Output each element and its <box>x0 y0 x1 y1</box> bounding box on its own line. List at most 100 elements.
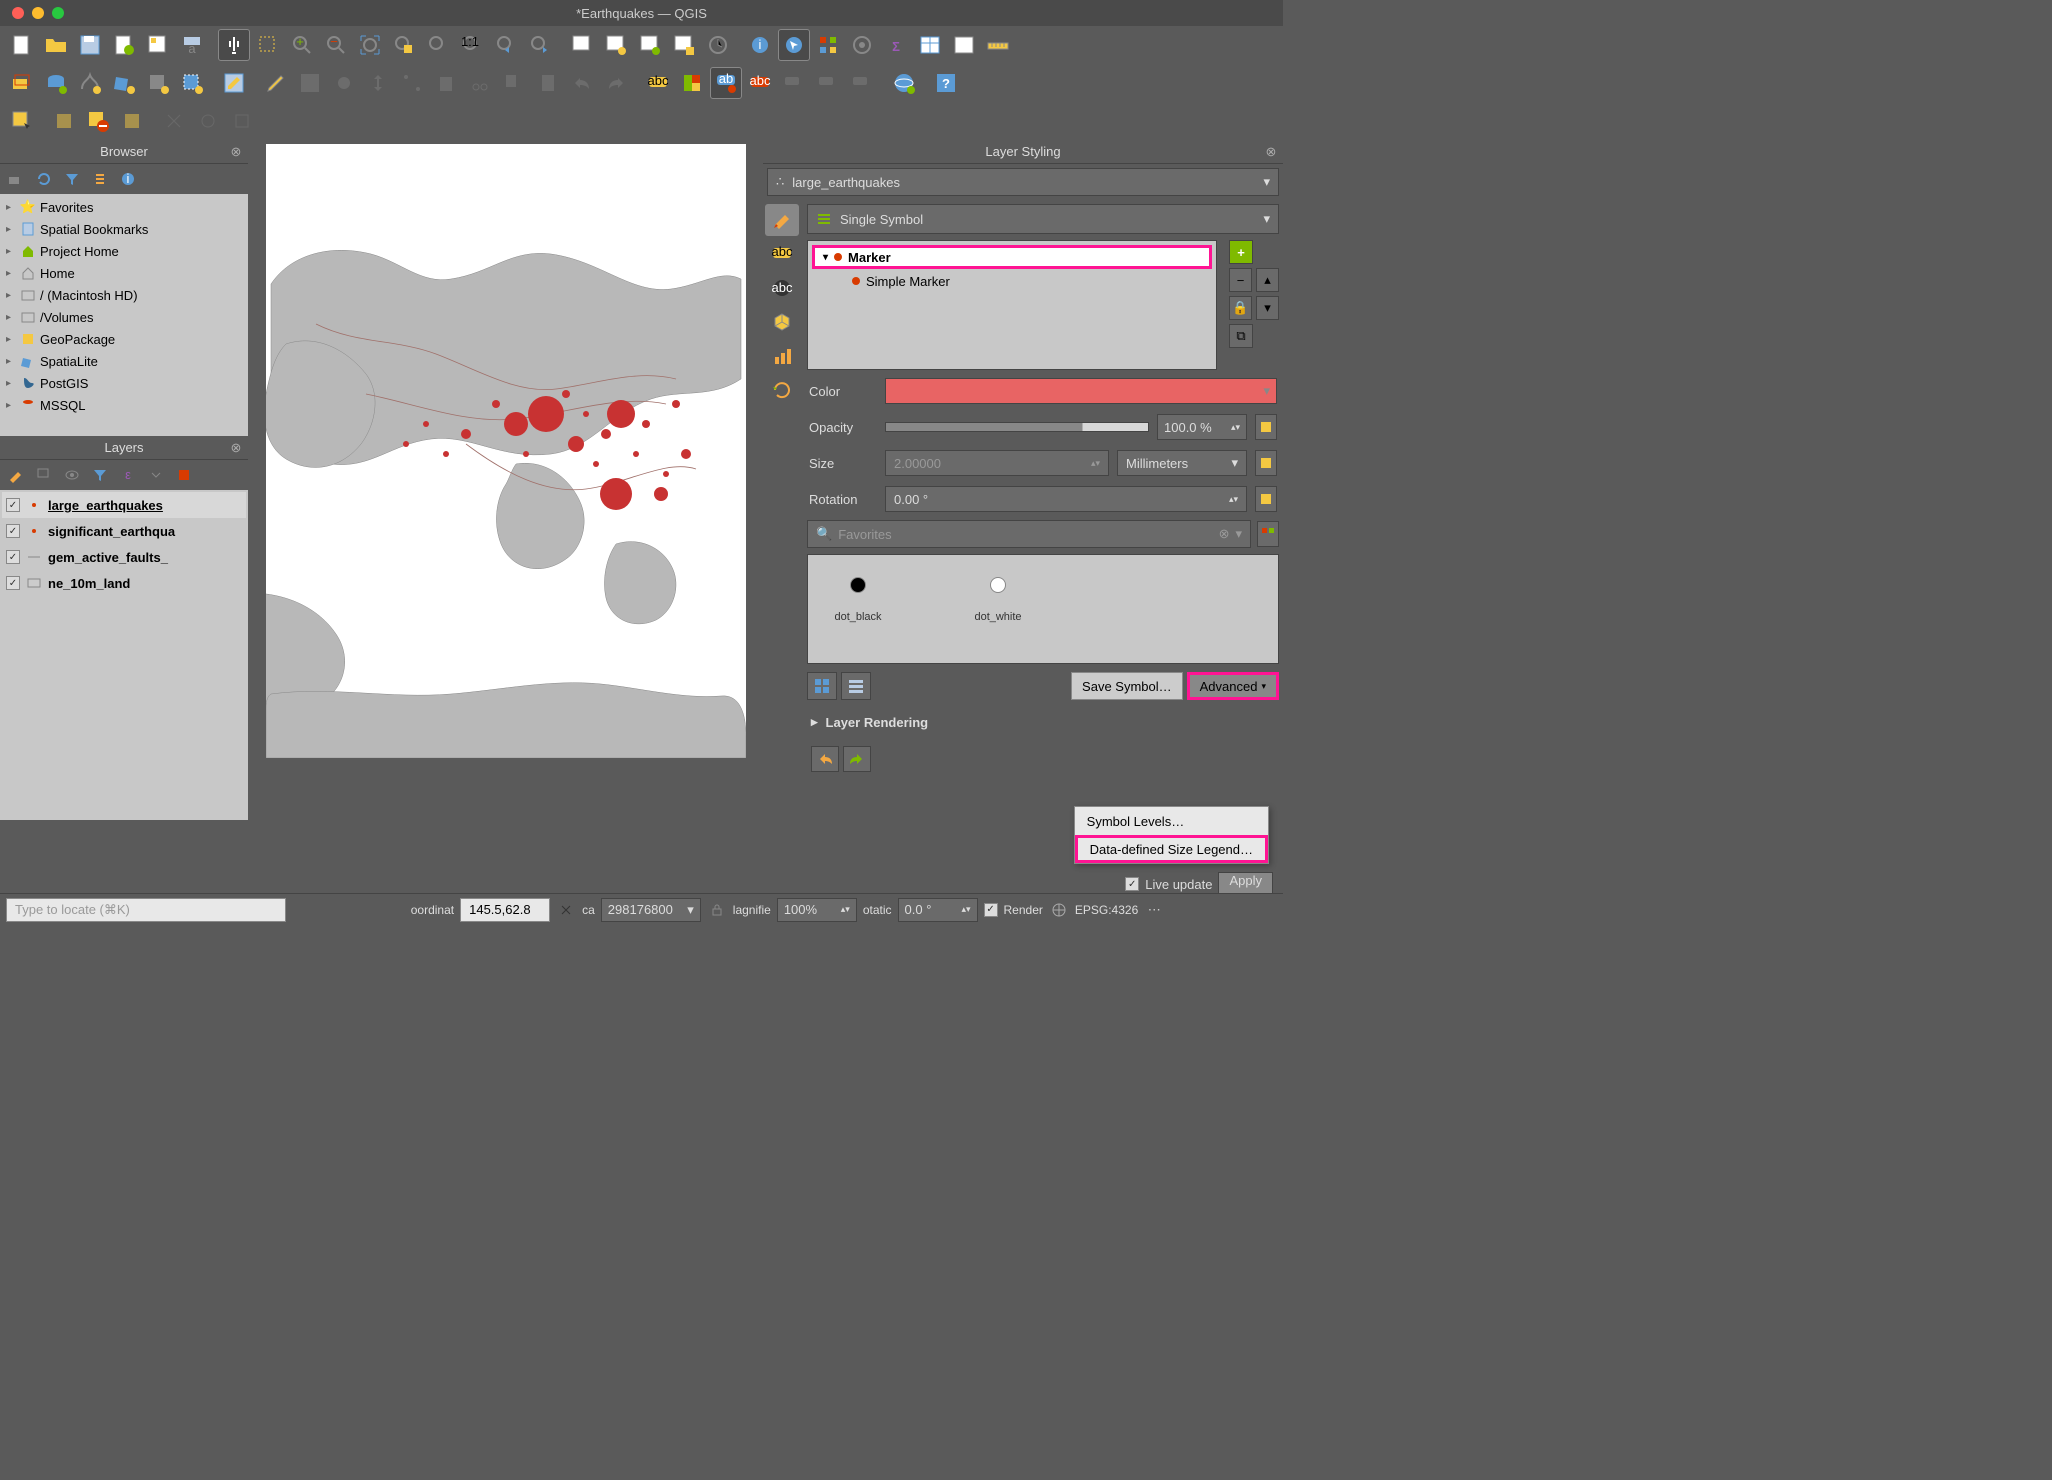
copy-button[interactable] <box>498 67 530 99</box>
layer-selector[interactable]: ∴ large_earthquakes ▾ <box>767 168 1279 196</box>
visibility-icon[interactable] <box>62 465 82 485</box>
expression-icon[interactable]: ε <box>118 465 138 485</box>
tree-item-spatialite[interactable]: ▸SpatiaLite <box>2 350 246 372</box>
minimize-window-button[interactable] <box>32 7 44 19</box>
lock-button[interactable]: 🔒 <box>1229 296 1252 320</box>
3d-tab[interactable] <box>765 306 799 338</box>
styling-panel-icon[interactable] <box>6 465 26 485</box>
zoom-selection-button[interactable] <box>388 29 420 61</box>
zoom-full-button[interactable] <box>354 29 386 61</box>
select-by-value-button[interactable] <box>116 105 148 137</box>
tree-item-postgis[interactable]: ▸PostGIS <box>2 372 246 394</box>
symbol-levels-item[interactable]: Symbol Levels… <box>1075 807 1268 835</box>
new-bookmark-button[interactable] <box>600 29 632 61</box>
tree-item-geopackage[interactable]: ▸GeoPackage <box>2 328 246 350</box>
label-tool-4[interactable]: abc <box>744 67 776 99</box>
masks-tab[interactable]: abc <box>765 272 799 304</box>
remove-symbol-button[interactable]: − <box>1229 268 1252 292</box>
layer-checkbox[interactable]: ✓ <box>6 524 20 538</box>
zoom-last-button[interactable] <box>490 29 522 61</box>
add-layer-icon[interactable] <box>6 169 26 189</box>
layer-item-land[interactable]: ✓ ne_10m_land <box>2 570 246 596</box>
properties-icon[interactable]: i <box>118 169 138 189</box>
duplicate-button[interactable]: ⧉ <box>1229 324 1253 348</box>
favorite-dot-black[interactable]: dot_black <box>818 565 898 653</box>
action-button[interactable] <box>778 29 810 61</box>
add-group-icon[interactable] <box>34 465 54 485</box>
favorite-dot-white[interactable]: dot_white <box>958 565 1038 653</box>
help-button[interactable]: ? <box>930 67 962 99</box>
advanced-button[interactable]: Advanced ▾ <box>1187 672 1279 700</box>
add-feature-button[interactable] <box>328 67 360 99</box>
delete-button[interactable] <box>430 67 462 99</box>
layer-filter-icon[interactable] <box>90 465 110 485</box>
zoom-layer-button[interactable] <box>422 29 454 61</box>
size-input[interactable]: 2.00000▴▾ <box>885 450 1109 476</box>
opacity-value[interactable]: 100.0 %▴▾ <box>1157 414 1247 440</box>
size-data-defined-button[interactable] <box>1255 450 1277 476</box>
refresh-icon[interactable] <box>34 169 54 189</box>
crs-button[interactable]: EPSG:4326 <box>1075 903 1138 917</box>
redo-button[interactable] <box>600 67 632 99</box>
new-virtual-button[interactable] <box>142 67 174 99</box>
map-canvas[interactable] <box>266 144 746 758</box>
filter-icon[interactable] <box>62 169 82 189</box>
opacity-data-defined-button[interactable] <box>1255 414 1277 440</box>
data-defined-legend-item[interactable]: Data-defined Size Legend… <box>1075 835 1268 863</box>
attribute-table-button[interactable] <box>914 29 946 61</box>
symbol-tree[interactable]: ▾ Marker Simple Marker <box>807 240 1217 370</box>
zoom-next-button[interactable] <box>524 29 556 61</box>
label-tool-5[interactable] <box>778 67 810 99</box>
new-geopackage-button[interactable] <box>40 67 72 99</box>
coord-toggle-icon[interactable] <box>556 900 576 920</box>
globe-button[interactable] <box>888 67 920 99</box>
layers-list[interactable]: ✓ large_earthquakes ✓ significant_earthq… <box>0 490 248 820</box>
browser-close-icon[interactable]: ⊗ <box>228 144 244 160</box>
new-layout-button[interactable] <box>108 29 140 61</box>
layer-checkbox[interactable]: ✓ <box>6 498 20 512</box>
tree-item-home[interactable]: ▸Home <box>2 262 246 284</box>
favorites-search[interactable]: 🔍 Favorites ⊗ ▾ <box>807 520 1251 548</box>
save-project-button[interactable] <box>74 29 106 61</box>
plugin-button-2[interactable] <box>846 29 878 61</box>
zoom-in-button[interactable]: + <box>286 29 318 61</box>
marker-item[interactable]: ▾ Marker <box>812 245 1212 269</box>
rotation-input[interactable]: 0.00 °▴▾ <box>885 486 1247 512</box>
rotation-data-defined-button[interactable] <box>1255 486 1277 512</box>
tree-item-bookmarks[interactable]: ▸Spatial Bookmarks <box>2 218 246 240</box>
identify-button[interactable]: i <box>744 29 776 61</box>
pencil-button[interactable] <box>260 67 292 99</box>
rotation-field[interactable]: 0.0 °▴▾ <box>898 898 978 922</box>
layer-checkbox[interactable]: ✓ <box>6 550 20 564</box>
grid-view-button[interactable] <box>807 672 837 700</box>
edit-button[interactable] <box>218 67 250 99</box>
coordinate-field[interactable]: 145.5,62.8 <box>460 898 550 922</box>
move-feature-button[interactable] <box>362 67 394 99</box>
browser-tree[interactable]: ▸⭐Favorites ▸Spatial Bookmarks ▸Project … <box>0 194 248 436</box>
new-shapefile-button[interactable] <box>74 67 106 99</box>
new-project-button[interactable] <box>6 29 38 61</box>
size-unit-select[interactable]: Millimeters▾ <box>1117 450 1247 476</box>
style-manager-button[interactable]: a <box>176 29 208 61</box>
save-symbol-button[interactable]: Save Symbol… <box>1071 672 1183 700</box>
new-temp-button[interactable] <box>176 67 208 99</box>
tree-item-volumes[interactable]: ▸/Volumes <box>2 306 246 328</box>
label-tool-1[interactable]: abc <box>642 67 674 99</box>
symbology-tab[interactable] <box>765 204 799 236</box>
new-map-view-button[interactable] <box>566 29 598 61</box>
refresh-button[interactable] <box>702 29 734 61</box>
layout-manager-button[interactable] <box>142 29 174 61</box>
dig-button-1[interactable] <box>158 105 190 137</box>
select-features-button[interactable] <box>6 105 38 137</box>
history-tab[interactable] <box>765 374 799 406</box>
layer-item-faults[interactable]: ✓ gem_active_faults_ <box>2 544 246 570</box>
dig-button-3[interactable] <box>226 105 258 137</box>
magnifier-field[interactable]: 100%▴▾ <box>777 898 857 922</box>
maximize-window-button[interactable] <box>52 7 64 19</box>
scale-field[interactable]: 298176800▾ <box>601 898 701 922</box>
measure-button[interactable] <box>982 29 1014 61</box>
live-update-checkbox[interactable]: ✓ <box>1125 877 1139 891</box>
layer-item-large-earthquakes[interactable]: ✓ large_earthquakes <box>2 492 246 518</box>
locate-input[interactable]: Type to locate (⌘K) <box>6 898 286 922</box>
open-project-button[interactable] <box>40 29 72 61</box>
